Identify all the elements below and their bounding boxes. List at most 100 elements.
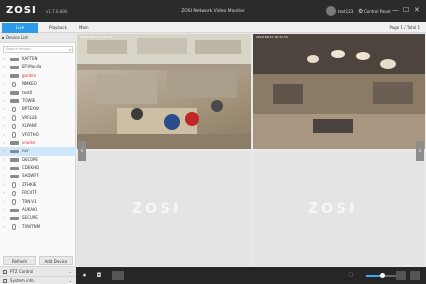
chevron-right-icon[interactable]: ›: [3, 55, 5, 63]
tab-live[interactable]: Live: [2, 23, 38, 33]
device-list-item[interactable]: › nvr: [0, 147, 76, 156]
minimize-button[interactable]: —: [392, 6, 399, 14]
chevron-right-icon[interactable]: ›: [3, 80, 5, 88]
device-name: BT-Manila: [22, 64, 42, 70]
gear-icon[interactable]: ⚙: [358, 8, 363, 15]
nvr-icon: [10, 74, 19, 78]
chevron-right-icon[interactable]: ›: [3, 189, 5, 197]
chevron-right-icon[interactable]: ›: [3, 97, 5, 105]
nvr-icon: [10, 216, 19, 221]
empty-tile[interactable]: ZOSI: [253, 151, 425, 266]
close-button[interactable]: ✕: [414, 6, 420, 14]
volume-slider[interactable]: [366, 273, 396, 278]
tab-playback[interactable]: Playback: [40, 23, 76, 33]
nvr-icon: [10, 65, 19, 70]
system-info-panel[interactable]: System info ⌄: [0, 276, 76, 284]
device-name: test0: [22, 89, 33, 95]
device-list-item[interactable]: › TOWIE: [0, 97, 76, 105]
device-list-item[interactable]: › SECUPE: [0, 214, 76, 222]
chevron-right-icon[interactable]: ›: [3, 72, 5, 80]
camera-icon[interactable]: ◘: [94, 271, 104, 280]
chevron-right-icon[interactable]: ›: [3, 198, 5, 206]
camera-icon: [12, 190, 16, 197]
refresh-button[interactable]: Refresh: [3, 256, 36, 265]
record-icon[interactable]: ⏺: [80, 271, 89, 280]
chevron-right-icon[interactable]: ›: [3, 156, 5, 164]
chevron-right-icon[interactable]: ›: [3, 131, 5, 139]
device-list-item[interactable]: › ZFHKIE: [0, 181, 76, 189]
chevron-right-icon[interactable]: ›: [3, 89, 5, 97]
device-list-item[interactable]: › SADWFF: [0, 172, 76, 180]
device-list-item[interactable]: › DEC0PE: [0, 156, 76, 164]
device-list-item[interactable]: › BPTEXW: [0, 105, 76, 113]
camera-icon: [12, 106, 16, 113]
chevron-right-icon[interactable]: ›: [3, 147, 5, 155]
device-list-item[interactable]: › test0: [0, 89, 76, 97]
chevron-right-icon[interactable]: ›: [3, 214, 5, 222]
device-list-item[interactable]: › VFOTHO: [0, 131, 76, 139]
tabs-bar: Live Playback Main Page 1 / Total 1: [0, 22, 426, 33]
info-icon: [3, 279, 7, 283]
device-name: TXWTNM: [22, 223, 41, 229]
nvr-icon: [10, 174, 19, 179]
camera-tile-lobby[interactable]: 2019-08-27 10:41:15: [253, 34, 425, 149]
nvr-icon: [10, 91, 19, 95]
device-list-item[interactable]: › TRN-V1: [0, 198, 76, 206]
camera-icon: [12, 182, 16, 188]
device-list-item[interactable]: › KAFTEN: [0, 55, 76, 63]
camera-icon: [12, 123, 16, 130]
device-list-item[interactable]: › XLPANF: [0, 122, 76, 130]
device-name: BPTEXW: [22, 106, 39, 112]
chevron-right-icon[interactable]: ›: [3, 206, 5, 214]
device-list-header[interactable]: Device List: [0, 33, 76, 43]
chevron-right-icon[interactable]: ›: [3, 63, 5, 71]
chevron-right-icon[interactable]: ›: [3, 139, 5, 147]
device-list-item[interactable]: › CDEKHD: [0, 164, 76, 172]
device-list-item[interactable]: › vnoike: [0, 139, 76, 147]
chevron-down-icon: ⌄: [68, 278, 72, 283]
chevron-right-icon[interactable]: ›: [3, 105, 5, 113]
chevron-right-icon[interactable]: ›: [3, 164, 5, 172]
user-name[interactable]: test123: [338, 9, 353, 14]
nvr-icon: [10, 57, 19, 61]
camera-tile-office[interactable]: 2019-08-27 10:41:15: [77, 34, 251, 149]
user-avatar[interactable]: [326, 6, 336, 16]
device-name: XLPANF: [22, 123, 38, 129]
chevron-right-icon[interactable]: ›: [3, 181, 5, 189]
device-list-item[interactable]: › FRC0TF: [0, 189, 76, 197]
ptz-control-panel[interactable]: PTZ Control ⌄: [0, 266, 76, 276]
volume-slider-knob[interactable]: [380, 273, 385, 278]
device-list-item[interactable]: › VAFLUE: [0, 114, 76, 122]
empty-tile[interactable]: ZOSI: [77, 151, 251, 266]
next-page-button[interactable]: ›: [416, 141, 424, 161]
camera-timestamp: 2019-08-27 10:41:15: [80, 35, 112, 39]
device-list-item[interactable]: › NMKEO: [0, 80, 76, 88]
layout-icon[interactable]: [112, 271, 124, 280]
nvr-icon: [10, 158, 19, 162]
chevron-right-icon[interactable]: ›: [3, 114, 5, 122]
chevron-right-icon[interactable]: ›: [3, 122, 5, 130]
title-bar: ZOSI v1.7.6.800 ZOSI Network Video Monit…: [0, 0, 426, 22]
tab-main[interactable]: Main: [79, 23, 89, 33]
nvr-icon: [10, 141, 19, 145]
camera-icon: [12, 115, 16, 121]
device-list-item[interactable]: › garden: [0, 72, 76, 80]
grid-icon[interactable]: [396, 271, 406, 280]
search-icon[interactable]: ⌕: [69, 47, 71, 52]
device-list-item[interactable]: › AUKAKI: [0, 206, 76, 214]
control-panel-button[interactable]: Control Panel: [364, 9, 391, 14]
chevron-right-icon[interactable]: ›: [3, 223, 5, 231]
volume-icon[interactable]: ◌: [348, 271, 353, 278]
maximize-button[interactable]: ☐: [403, 6, 409, 14]
device-list-item[interactable]: › TXWTNM: [0, 223, 76, 231]
chevron-right-icon[interactable]: ›: [3, 172, 5, 180]
add-device-button[interactable]: Add Device: [39, 256, 73, 265]
search-input[interactable]: Search device ⌕: [3, 46, 73, 53]
device-name: KAFTEN: [22, 56, 38, 61]
fullscreen-icon[interactable]: [410, 271, 420, 280]
page-indicator: Page 1 / Total 1: [389, 25, 420, 30]
device-list-item[interactable]: › BT-Manila: [0, 63, 76, 71]
camera-icon: [12, 199, 16, 205]
ptz-control-label: PTZ Control: [10, 269, 34, 274]
previous-page-button[interactable]: ‹: [78, 141, 86, 161]
